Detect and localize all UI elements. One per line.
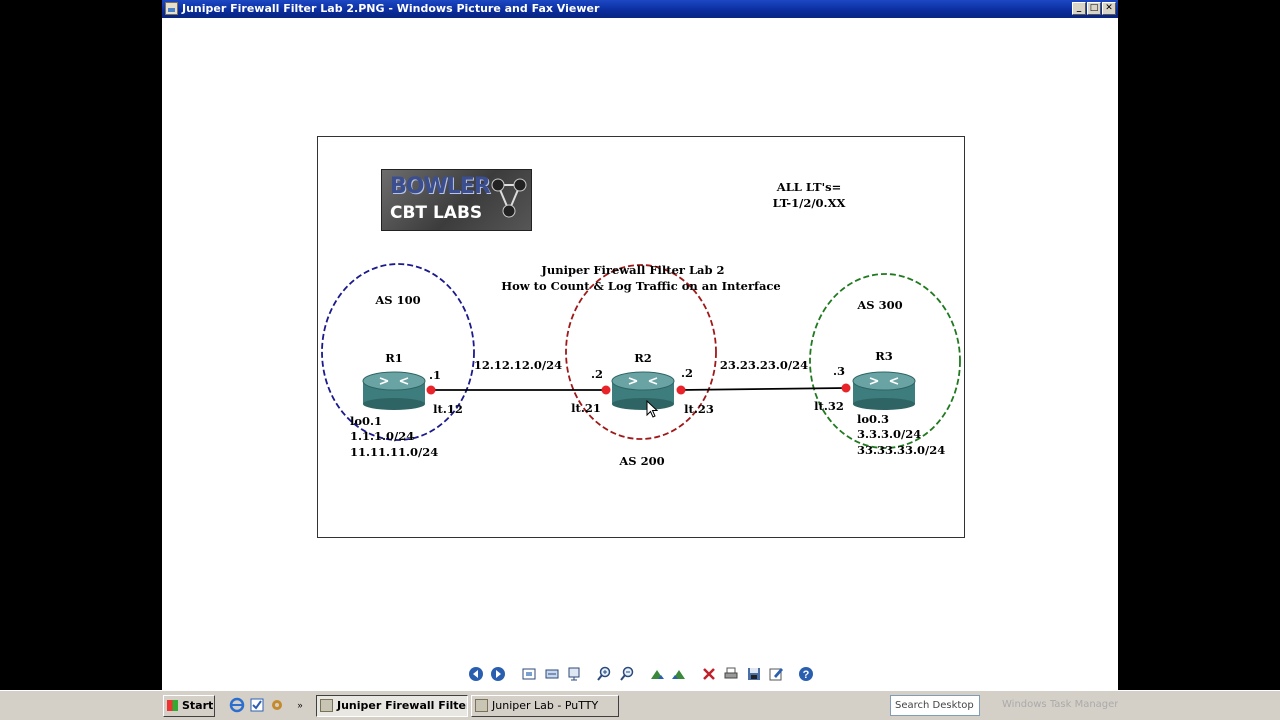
minimize-button[interactable]: _ xyxy=(1072,2,1086,15)
delete-icon[interactable] xyxy=(701,666,717,682)
link2-left-if: lt.23 xyxy=(684,402,714,416)
task-label: Juniper Firewall Filter ... xyxy=(337,699,467,712)
checkbox-app-icon[interactable] xyxy=(249,697,265,713)
link1-right-if: lt.21 xyxy=(571,401,601,415)
link1-subnet: 12.12.12.0/24 xyxy=(474,358,562,372)
system-tray[interactable]: Windows Task Manager xyxy=(984,693,1118,719)
tray-text: Windows Task Manager xyxy=(1002,699,1118,710)
actual-size-icon[interactable] xyxy=(544,666,560,682)
as300-label: AS 300 xyxy=(856,298,902,312)
print-icon[interactable] xyxy=(723,666,739,682)
zoom-out-icon[interactable] xyxy=(619,666,635,682)
link1-left-host: .1 xyxy=(429,368,441,382)
putty-icon xyxy=(475,699,488,712)
zoom-in-icon[interactable] xyxy=(596,666,612,682)
quick-launch-overflow-icon[interactable]: » xyxy=(292,697,308,713)
r1-loopback-net2: 11.11.11.0/24 xyxy=(350,445,438,459)
taskbar: Start » Juniper Firewall Filter ... Juni… xyxy=(0,690,1280,720)
lt-note-line2: LT-1/2/0.XX xyxy=(773,196,846,210)
link2-right-host: .3 xyxy=(833,364,845,378)
diagram-title-line1: Juniper Firewall Filter Lab 2 xyxy=(540,263,724,277)
maximize-button[interactable]: □ xyxy=(1087,2,1101,15)
link2-subnet: 23.23.23.0/24 xyxy=(720,358,808,372)
displayed-image: BOWLER CBT LABS ALL LT's= LT-1/2/0.XX Ju… xyxy=(317,136,965,538)
title-bar[interactable]: Juniper Firewall Filter Lab 2.PNG - Wind… xyxy=(162,0,1118,18)
r2-port-left xyxy=(601,385,611,395)
window-title: Juniper Firewall Filter Lab 2.PNG - Wind… xyxy=(182,2,600,15)
start-button[interactable]: Start xyxy=(163,695,215,717)
r1-name: R1 xyxy=(385,351,403,365)
search-desktop-input[interactable]: Search Desktop xyxy=(890,695,980,716)
link2-right-if: lt.32 xyxy=(814,399,844,413)
help-icon[interactable]: ? xyxy=(798,666,814,682)
r1-port xyxy=(426,385,436,395)
router-r3-icon xyxy=(852,371,916,410)
task-putty[interactable]: Juniper Lab - PuTTY xyxy=(471,695,619,717)
r2-name: R2 xyxy=(634,351,652,365)
best-fit-icon[interactable] xyxy=(521,666,537,682)
r2-port-right xyxy=(676,385,686,395)
task-picture-viewer[interactable]: Juniper Firewall Filter ... xyxy=(316,695,468,717)
copy-to-icon[interactable] xyxy=(746,666,762,682)
start-label: Start xyxy=(182,699,214,712)
rotate-clockwise-icon[interactable] xyxy=(649,666,665,682)
viewer-toolbar: ? xyxy=(162,662,1118,684)
r3-name: R3 xyxy=(875,349,893,363)
image-viewport: BOWLER CBT LABS ALL LT's= LT-1/2/0.XX Ju… xyxy=(162,18,1118,688)
network-diagram: ALL LT's= LT-1/2/0.XX Juniper Firewall F… xyxy=(321,180,961,468)
app-icon xyxy=(165,2,178,15)
picture-viewer-icon xyxy=(320,699,333,712)
slideshow-icon[interactable] xyxy=(566,666,582,682)
windows-flag-icon xyxy=(167,700,178,711)
r3-loopback-name: lo0.3 xyxy=(857,412,889,426)
link2-left-host: .2 xyxy=(681,366,693,380)
r3-port xyxy=(841,383,851,393)
link-r2-r3 xyxy=(679,387,847,391)
link1-left-if: lt.12 xyxy=(433,402,463,416)
next-image-icon[interactable] xyxy=(490,666,506,682)
router-r2-icon xyxy=(611,371,675,410)
diagram-title-line2: How to Count & Log Traffic on an Interfa… xyxy=(501,279,781,293)
ie-icon[interactable] xyxy=(229,697,245,713)
as100-label: AS 100 xyxy=(374,293,420,307)
close-button[interactable]: ✕ xyxy=(1102,2,1116,15)
router-r1-icon xyxy=(362,371,426,410)
previous-image-icon[interactable] xyxy=(468,666,484,682)
r3-loopback-net1: 3.3.3.0/24 xyxy=(857,427,921,441)
link1-right-host: .2 xyxy=(591,367,603,381)
tools-icon[interactable] xyxy=(269,697,285,713)
rotate-counterclockwise-icon[interactable] xyxy=(671,666,687,682)
lt-note-line1: ALL LT's= xyxy=(776,180,841,194)
r1-loopback-net1: 1.1.1.0/24 xyxy=(350,429,414,443)
as200-label: AS 200 xyxy=(618,454,664,468)
open-for-editing-icon[interactable] xyxy=(768,666,784,682)
r3-loopback-net2: 33.33.33.0/24 xyxy=(857,443,945,457)
task-label: Juniper Lab - PuTTY xyxy=(492,699,599,712)
picture-viewer-window: Juniper Firewall Filter Lab 2.PNG - Wind… xyxy=(162,0,1118,720)
r1-loopback-name: lo0.1 xyxy=(350,414,382,428)
svg-text:?: ? xyxy=(803,669,810,681)
